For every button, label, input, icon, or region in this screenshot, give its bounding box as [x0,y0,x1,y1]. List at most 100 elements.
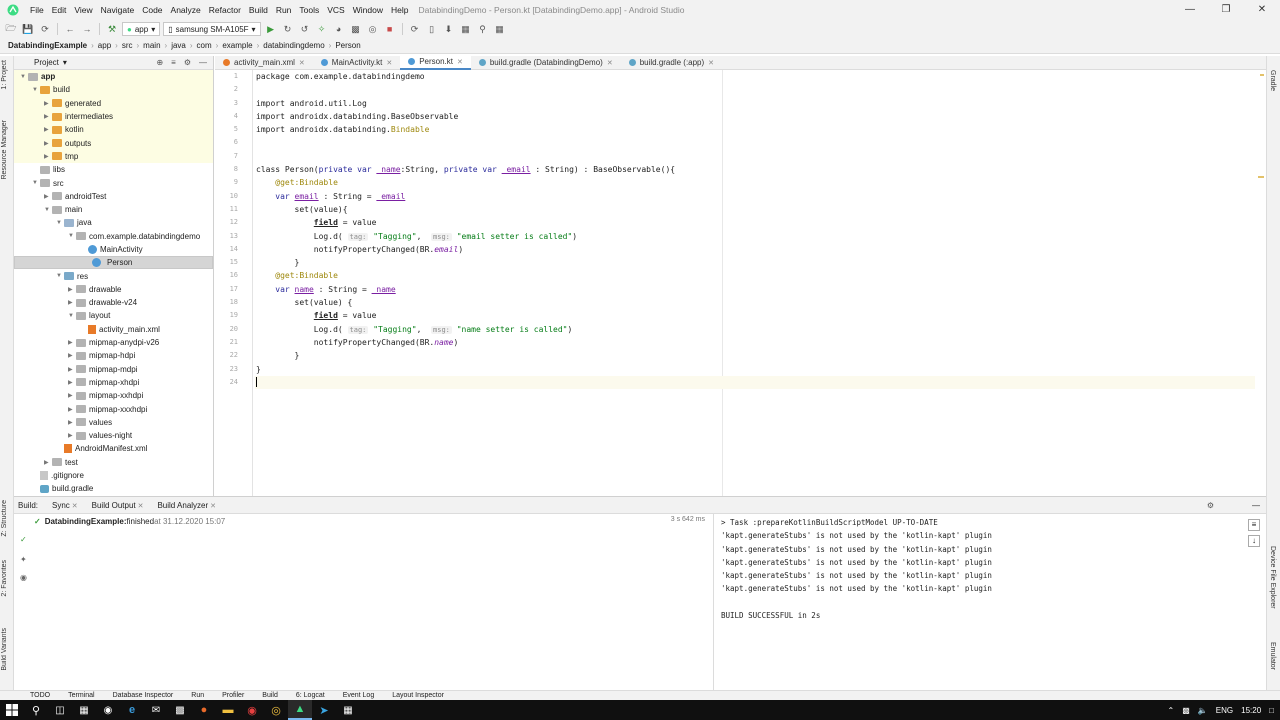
expanded-arrow-icon[interactable]: ▼ [68,233,76,239]
menu-item-navigate[interactable]: Navigate [97,5,139,15]
close-icon[interactable]: ✕ [457,58,463,66]
apply-code-changes-icon[interactable]: ↺ [298,22,312,36]
pin-icon[interactable]: ✦ [20,555,27,564]
editor-tab[interactable]: build.gradle (:app) ✕ [621,56,722,70]
tool-window-run[interactable]: Run [191,692,204,699]
tree-item[interactable]: ▶ outputs [14,136,213,150]
collapsed-arrow-icon[interactable]: ▶ [68,339,76,346]
project-view-select[interactable]: Project [34,58,59,67]
menu-item-view[interactable]: View [70,5,96,15]
code-line[interactable] [255,136,1255,149]
breadcrumb-item[interactable]: src [122,41,133,50]
network-icon[interactable]: ▩ [1182,706,1190,715]
open-folder-icon[interactable]: 🗁 [4,22,18,36]
tree-item[interactable]: libs [14,163,213,176]
coverage-icon[interactable]: ◎ [366,22,380,36]
error-stripe-mark[interactable] [1258,176,1264,178]
code-line[interactable] [255,83,1255,96]
left-tool-resource-manager[interactable]: Resource Manager [1,120,8,180]
tree-item[interactable]: ▼ app [14,70,213,84]
code-line[interactable]: Log.d( tag: "Tagging", msg: "name setter… [255,323,1255,336]
device-select[interactable]: ▯ samsung SM-A105F ▾ [163,22,261,36]
tree-item[interactable]: ▼ build [14,83,213,97]
chrome-icon[interactable]: ◎ [264,700,288,720]
sync-icon[interactable]: ⟳ [38,22,52,36]
tree-item[interactable]: ▶ mipmap-xxhdpi [14,389,213,402]
code-line[interactable]: import androidx.databinding.BaseObservab… [255,110,1255,123]
chevron-down-icon[interactable]: ▾ [63,58,67,67]
collapsed-arrow-icon[interactable]: ▶ [44,193,52,200]
tree-item[interactable]: ▶ intermediates [14,109,213,124]
tree-item[interactable]: ▶ kotlin [14,123,213,137]
tool-window-event-log[interactable]: Event Log [343,692,375,699]
code-line[interactable]: set(value){ [255,203,1255,216]
windows-start-icon[interactable] [0,700,24,720]
apply-changes-icon[interactable]: ↻ [281,22,295,36]
tree-item[interactable]: ▼ main [14,203,213,216]
edge-icon[interactable]: e [120,700,144,720]
code-line[interactable]: var email : String = _email [255,190,1255,203]
run-config-select[interactable]: ● app ▾ [122,22,161,36]
menu-item-edit[interactable]: Edit [48,5,71,15]
restore-icon[interactable]: ❐ [1208,0,1244,20]
clock[interactable]: 15:20 [1241,706,1261,715]
breadcrumb-item[interactable]: main [143,41,160,50]
collapsed-arrow-icon[interactable]: ▶ [68,286,76,293]
gear-icon[interactable]: ⚙ [184,58,191,67]
expanded-arrow-icon[interactable]: ▼ [32,87,40,93]
task-view-icon[interactable]: ◫ [48,700,72,720]
tool-window-profiler[interactable]: Profiler [222,692,244,699]
breadcrumb-item[interactable]: Person [335,41,360,50]
close-icon[interactable]: ✕ [607,59,613,67]
code-line[interactable]: import androidx.databinding.Bindable [255,123,1255,136]
collapsed-arrow-icon[interactable]: ▶ [44,113,52,120]
build-status-row[interactable]: ✓ DatabindingExample: finished at 31.12.… [14,514,713,528]
code-line[interactable]: field = value [255,216,1255,229]
expanded-arrow-icon[interactable]: ▼ [32,180,40,186]
file-explorer-icon[interactable]: ▬ [216,700,240,720]
expanded-arrow-icon[interactable]: ▼ [20,74,28,80]
tree-item[interactable]: MainActivity [14,243,213,256]
stop-icon[interactable]: ■ [383,22,397,36]
close-icon[interactable]: ✕ [299,59,305,67]
outlook-icon[interactable]: ✉ [144,700,168,720]
menu-item-vcs[interactable]: VCS [323,5,348,15]
editor-tab[interactable]: build.gradle (DatabindingDemo) ✕ [471,56,621,70]
gear-icon[interactable]: ⚙ [1207,501,1214,510]
tree-item[interactable]: ▶ mipmap-xhdpi [14,376,213,389]
debug-icon[interactable]: ✧ [315,22,329,36]
collapsed-arrow-icon[interactable]: ▶ [44,153,52,160]
tool-window-terminal[interactable]: Terminal [68,692,94,699]
code-line[interactable]: @get:Bindable [255,269,1255,282]
profile-icon[interactable]: ◕ [332,22,346,36]
tree-item[interactable]: ▼ java [14,216,213,229]
tree-item[interactable]: ▼ com.example.databindingdemo [14,230,213,243]
tree-item[interactable]: AndroidManifest.xml [14,442,213,455]
project-structure-icon[interactable]: ▦ [493,22,507,36]
code-line[interactable]: notifyPropertyChanged(BR.name) [255,336,1255,349]
tree-item[interactable]: .gitignore [14,469,213,482]
editor-tab[interactable]: Person.kt ✕ [400,55,471,70]
run-icon[interactable]: ▶ [264,22,278,36]
tree-item[interactable]: ▶ test [14,456,213,469]
tool-window-6-logcat[interactable]: 6: Logcat [296,692,325,699]
tree-item[interactable]: ▼ layout [14,309,213,322]
language-indicator[interactable]: ENG [1216,706,1233,715]
tree-item[interactable]: ▶ mipmap-hdpi [14,349,213,362]
expanded-arrow-icon[interactable]: ▼ [68,313,76,319]
close-icon[interactable]: ✕ [208,503,216,510]
breadcrumb-item[interactable]: DatabindingExample [8,41,87,50]
close-icon[interactable]: ✕ [70,503,78,510]
tree-item[interactable]: ▶ generated [14,96,213,110]
telegram-icon[interactable]: ➤ [312,700,336,720]
close-icon[interactable]: ✕ [708,59,714,67]
tree-item[interactable]: ▶ values-night [14,429,213,442]
hide-panel-icon[interactable]: — [199,58,207,67]
menu-item-file[interactable]: File [26,5,48,15]
notifications-icon[interactable]: □ [1269,706,1274,715]
menu-item-analyze[interactable]: Analyze [167,5,205,15]
expanded-arrow-icon[interactable]: ▼ [56,220,64,226]
collapsed-arrow-icon[interactable]: ▶ [68,406,76,413]
code-line[interactable]: notifyPropertyChanged(BR.email) [255,243,1255,256]
menu-item-code[interactable]: Code [138,5,166,15]
